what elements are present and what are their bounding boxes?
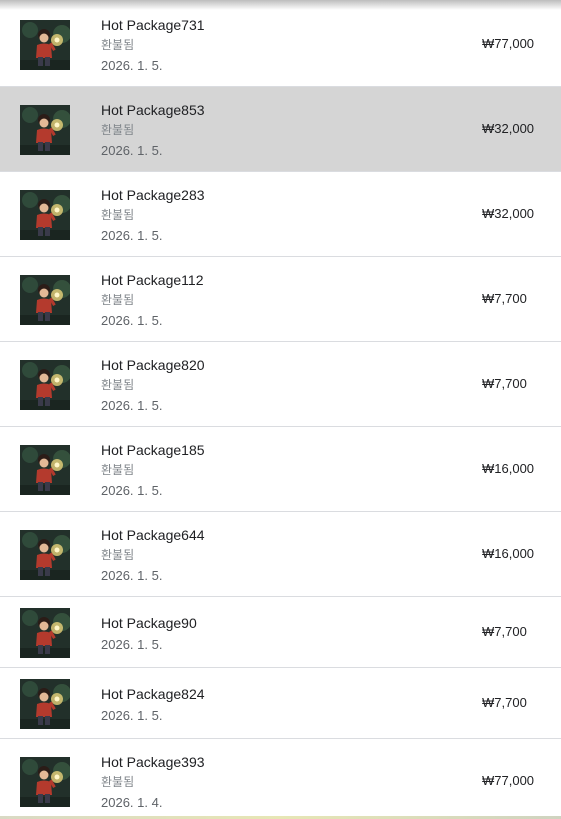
purchase-date: 2026. 1. 5.: [101, 483, 163, 498]
purchase-row[interactable]: Hot Package393 환불됨 2026. 1. 4. ₩77,000: [0, 739, 561, 818]
purchase-price: ₩16,000: [482, 461, 535, 476]
game-character-thumbnail-icon: [20, 275, 70, 325]
purchase-info: Hot Package731 환불됨 2026. 1. 5.: [101, 16, 205, 74]
refund-status: 환불됨: [101, 548, 135, 562]
game-character-thumbnail-icon: [20, 360, 70, 410]
purchase-price: ₩7,700: [482, 376, 527, 391]
purchase-date: 2026. 1. 5.: [101, 708, 163, 723]
purchase-date: 2026. 1. 5.: [101, 143, 163, 158]
purchase-price: ₩7,700: [482, 291, 527, 306]
purchase-title: Hot Package393: [101, 754, 205, 770]
purchase-info: Hot Package185 환불됨 2026. 1. 5.: [101, 441, 205, 499]
purchase-date: 2026. 1. 5.: [101, 398, 163, 413]
refund-status: 환불됨: [101, 123, 135, 137]
purchase-info: Hot Package112 환불됨 2026. 1. 5.: [101, 271, 203, 329]
purchase-title: Hot Package185: [101, 442, 205, 458]
refund-status: 환불됨: [101, 293, 135, 307]
purchase-info: Hot Package90 2026. 1. 5.: [101, 614, 197, 653]
purchase-row[interactable]: Hot Package644 환불됨 2026. 1. 5. ₩16,000: [0, 512, 561, 597]
purchase-price: ₩32,000: [482, 121, 535, 136]
purchase-title: Hot Package644: [101, 527, 205, 543]
purchase-row[interactable]: Hot Package185 환불됨 2026. 1. 5. ₩16,000: [0, 427, 561, 512]
refund-status: 환불됨: [101, 775, 135, 789]
purchase-title: Hot Package853: [101, 102, 205, 118]
refund-status: 환불됨: [101, 208, 135, 222]
purchase-price: ₩77,000: [482, 773, 535, 788]
purchase-info: Hot Package393 환불됨 2026. 1. 4.: [101, 753, 205, 811]
purchase-info: Hot Package283 환불됨 2026. 1. 5.: [101, 186, 205, 244]
purchase-price: ₩7,700: [482, 695, 527, 710]
purchase-date: 2026. 1. 5.: [101, 637, 163, 652]
purchase-title: Hot Package112: [101, 272, 204, 288]
purchase-price: ₩7,700: [482, 624, 527, 639]
purchase-row[interactable]: Hot Package283 환불됨 2026. 1. 5. ₩32,000: [0, 172, 561, 257]
refund-status: 환불됨: [101, 378, 135, 392]
game-character-thumbnail-icon: [20, 679, 70, 729]
purchase-info: Hot Package644 환불됨 2026. 1. 5.: [101, 526, 205, 584]
game-character-thumbnail-icon: [20, 445, 70, 495]
purchase-date: 2026. 1. 5.: [101, 228, 163, 243]
refund-status: 환불됨: [101, 463, 135, 477]
purchase-title: Hot Package824: [101, 686, 205, 702]
purchase-row[interactable]: Hot Package824 2026. 1. 5. ₩7,700: [0, 668, 561, 739]
purchase-title: Hot Package90: [101, 615, 197, 631]
purchase-row[interactable]: Hot Package90 2026. 1. 5. ₩7,700: [0, 597, 561, 668]
purchase-price: ₩77,000: [482, 36, 535, 51]
purchase-date: 2026. 1. 4.: [101, 795, 163, 810]
purchase-info: Hot Package853 환불됨 2026. 1. 5.: [101, 101, 205, 159]
game-character-thumbnail-icon: [20, 608, 70, 658]
purchase-info: Hot Package824 2026. 1. 5.: [101, 685, 205, 724]
purchase-info: Hot Package820 환불됨 2026. 1. 5.: [101, 356, 205, 414]
purchase-row[interactable]: Hot Package112 환불됨 2026. 1. 5. ₩7,700: [0, 257, 561, 342]
purchase-row[interactable]: Hot Package820 환불됨 2026. 1. 5. ₩7,700: [0, 342, 561, 427]
purchase-date: 2026. 1. 5.: [101, 568, 163, 583]
game-character-thumbnail-icon: [20, 530, 70, 580]
purchase-row-selected[interactable]: Hot Package853 환불됨 2026. 1. 5. ₩32,000: [0, 87, 561, 172]
game-character-thumbnail-icon: [20, 105, 70, 155]
purchase-history-list: Hot Package731 환불됨 2026. 1. 5. ₩77,000 H…: [0, 0, 561, 818]
purchase-title: Hot Package731: [101, 17, 205, 33]
purchase-date: 2026. 1. 5.: [101, 313, 163, 328]
purchase-price: ₩32,000: [482, 206, 535, 221]
refund-status: 환불됨: [101, 38, 135, 52]
game-character-thumbnail-icon: [20, 20, 70, 70]
purchase-date: 2026. 1. 5.: [101, 58, 163, 73]
game-character-thumbnail-icon: [20, 757, 70, 807]
purchase-title: Hot Package820: [101, 357, 205, 373]
purchase-row[interactable]: Hot Package731 환불됨 2026. 1. 5. ₩77,000: [0, 0, 561, 87]
purchase-title: Hot Package283: [101, 187, 205, 203]
purchase-price: ₩16,000: [482, 546, 535, 561]
game-character-thumbnail-icon: [20, 190, 70, 240]
